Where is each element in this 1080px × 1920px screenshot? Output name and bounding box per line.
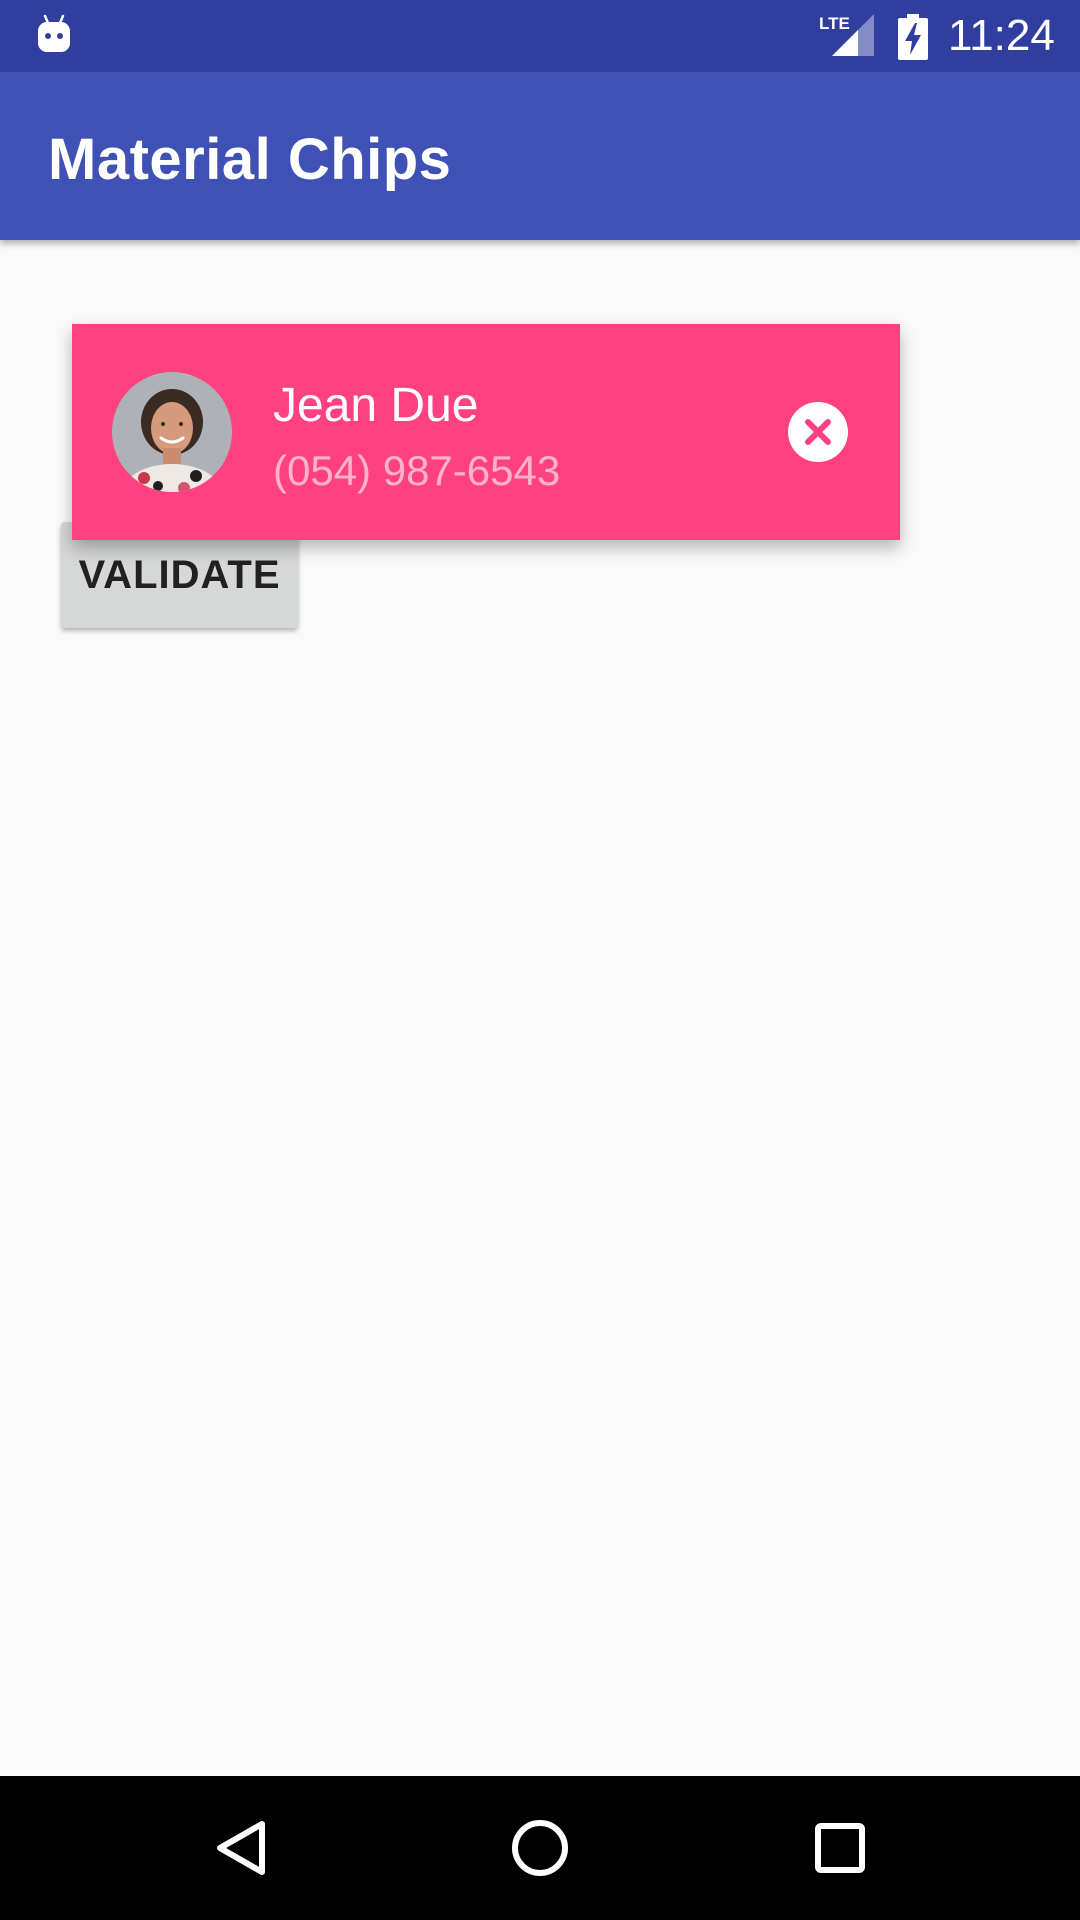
back-icon[interactable]	[192, 1798, 292, 1898]
app-bar: Material Chips	[0, 72, 1080, 240]
lte-signal-icon: LTE	[819, 14, 874, 56]
android-icon	[38, 14, 70, 52]
status-time: 11:24	[948, 11, 1055, 60]
close-circle-icon	[805, 419, 831, 445]
navigation-bar	[0, 1776, 1080, 1920]
contact-avatar	[112, 372, 232, 492]
status-bar: LTE 11:24	[0, 0, 1080, 72]
app-title: Material Chips	[48, 127, 452, 192]
home-icon[interactable]	[490, 1798, 590, 1898]
screen: LTE 11:24 Material Chips VALIDATE Jean D…	[0, 0, 1080, 1920]
person-avatar-icon	[112, 372, 232, 492]
contact-phone: (054) 987-6543	[273, 447, 561, 494]
delete-chip-button[interactable]	[788, 402, 848, 462]
battery-charging-icon	[898, 14, 928, 60]
contact-name: Jean Due	[273, 379, 479, 432]
recents-icon[interactable]	[790, 1798, 890, 1898]
chip-detail-card[interactable]: Jean Due (054) 987-6543	[72, 324, 900, 540]
svg-text:LTE: LTE	[819, 14, 850, 33]
